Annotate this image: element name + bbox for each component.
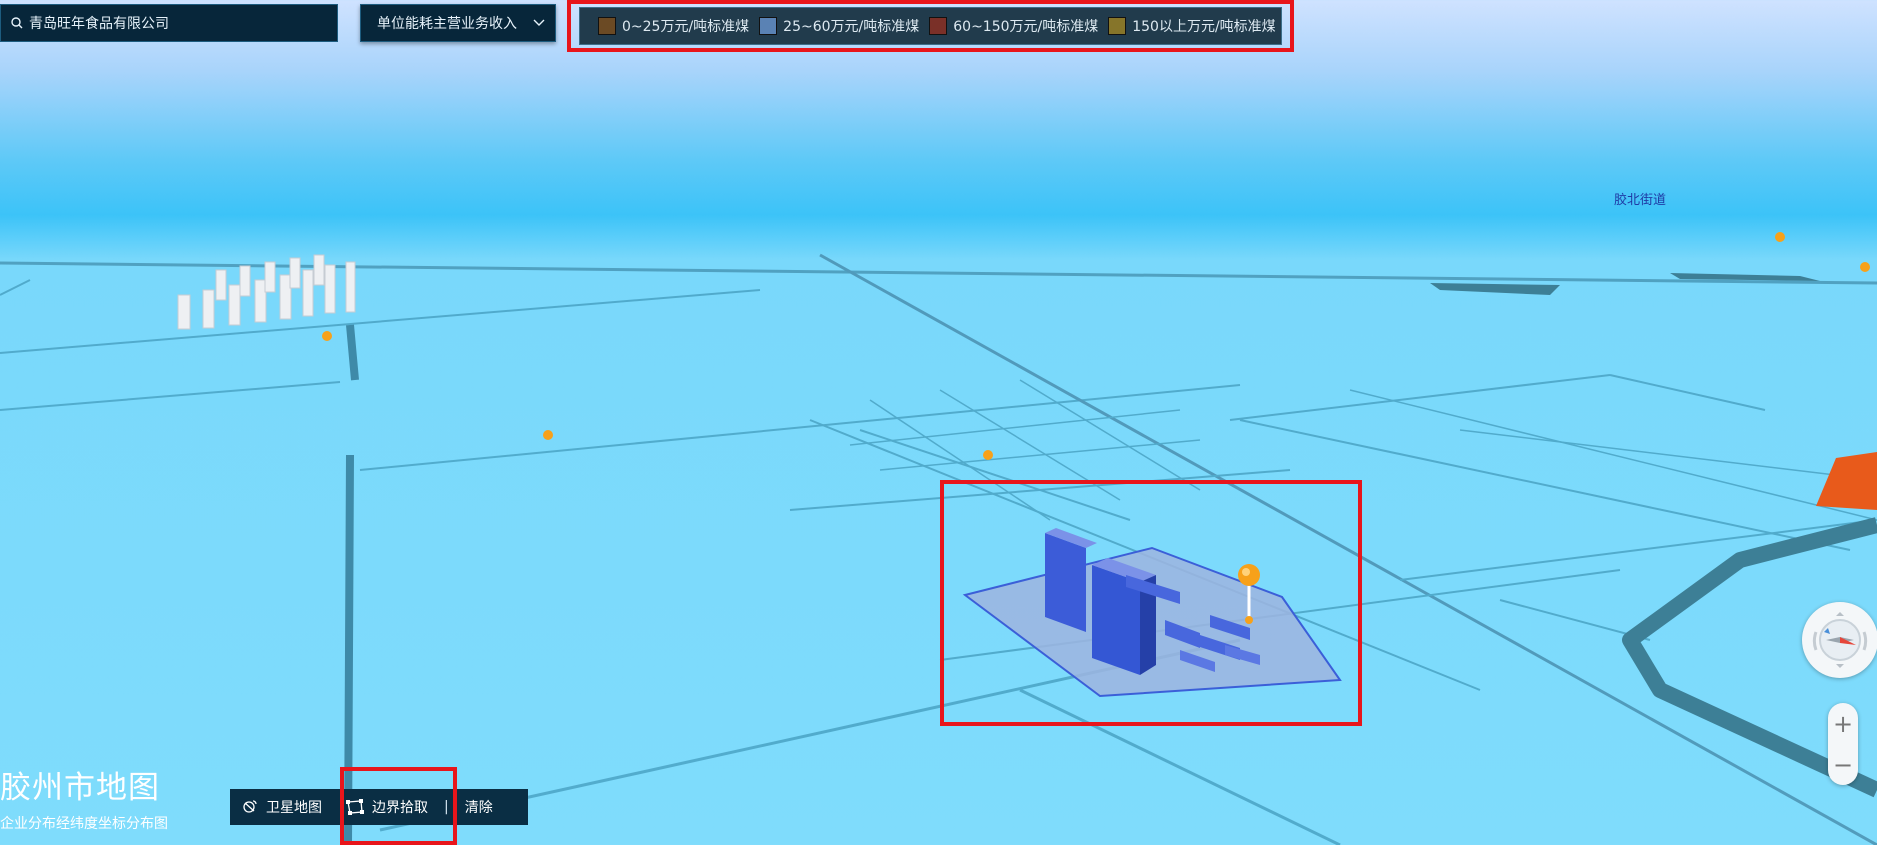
legend-item[interactable]: 60~150万元/吨标准煤 — [929, 16, 1098, 36]
legend-highlight-box: 0~25万元/吨标准煤 25~60万元/吨标准煤 60~150万元/吨标准煤 1… — [567, 0, 1294, 52]
chevron-down-icon — [533, 19, 545, 26]
search-value: 青岛旺年食品有限公司 — [29, 16, 169, 32]
zoom-in-button[interactable]: + — [1833, 712, 1853, 736]
zoom-control: + − — [1828, 703, 1858, 785]
legend-swatch — [598, 17, 616, 35]
legend-swatch — [929, 17, 948, 35]
compass-control[interactable] — [1802, 602, 1877, 678]
legend-item[interactable]: 150以上万元/吨标准煤 — [1108, 16, 1276, 36]
satellite-map-button[interactable]: 卫星地图 — [230, 789, 334, 825]
metric-select-value: 单位能耗主营业务收入 — [377, 16, 517, 32]
clear-label: 清除 — [464, 800, 493, 816]
legend-item[interactable]: 0~25万元/吨标准煤 — [598, 16, 749, 36]
highlight-region — [1816, 452, 1877, 510]
legend-item[interactable]: 25~60万元/吨标准煤 — [759, 16, 919, 36]
legend-label: 150以上万元/吨标准煤 — [1132, 19, 1276, 35]
satellite-map-label: 卫星地图 — [266, 800, 322, 816]
legend-label: 0~25万元/吨标准煤 — [622, 19, 750, 35]
legend: 0~25万元/吨标准煤 25~60万元/吨标准煤 60~150万元/吨标准煤 1… — [579, 7, 1282, 45]
map-canvas[interactable] — [0, 0, 1877, 845]
search-box[interactable]: 青岛旺年食品有限公司 — [0, 4, 338, 42]
boundary-pick-highlight-box — [340, 767, 457, 845]
map-title: 胶州市地图 — [0, 770, 160, 806]
place-label: 胶北街道 — [1614, 193, 1667, 208]
river-strip — [1430, 283, 1560, 295]
map-subtitle: 企业分布经纬度坐标分布图 — [0, 816, 168, 832]
road-network — [0, 253, 1877, 845]
legend-label: 25~60万元/吨标准煤 — [783, 19, 920, 35]
legend-swatch — [759, 17, 778, 35]
compass-icon — [1812, 612, 1868, 668]
zoom-out-button[interactable]: − — [1833, 753, 1853, 777]
legend-swatch — [1108, 17, 1127, 35]
selected-enterprise-parcel[interactable] — [962, 528, 1342, 698]
clear-button[interactable]: 清除 — [453, 789, 505, 825]
satellite-icon — [243, 800, 257, 813]
legend-label: 60~150万元/吨标准煤 — [953, 19, 1099, 35]
metric-select[interactable]: 单位能耗主营业务收入 — [360, 4, 556, 42]
search-icon — [11, 17, 23, 29]
